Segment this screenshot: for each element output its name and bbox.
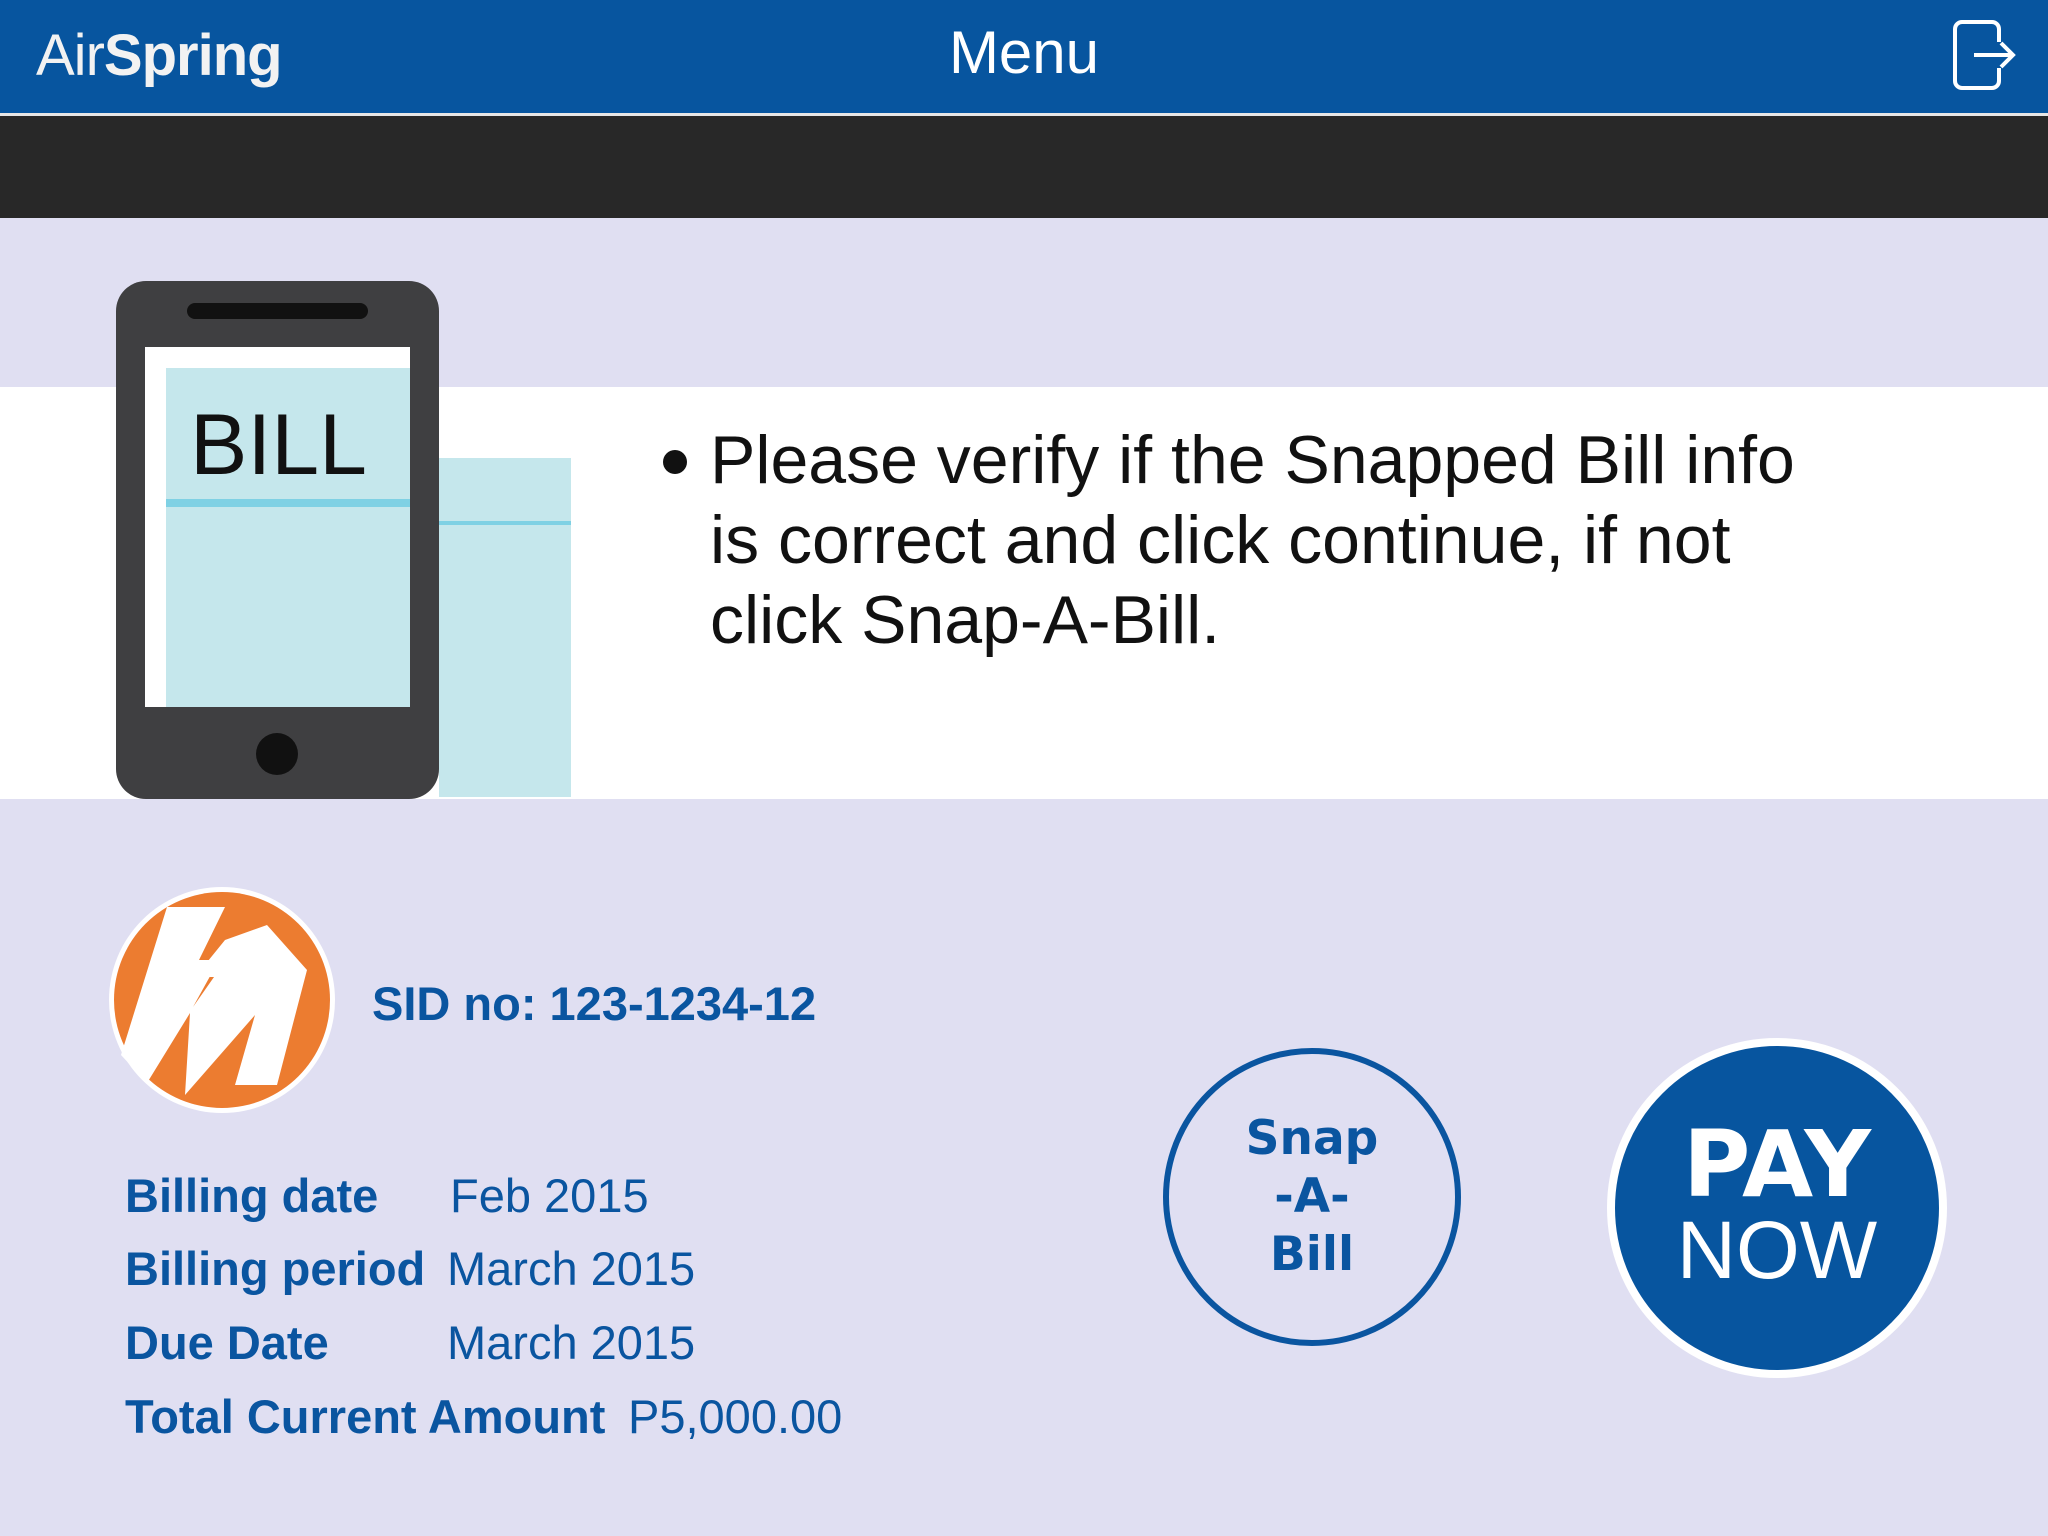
snap-a-bill-button[interactable]: Snap -A- Bill [1163,1048,1461,1346]
instruction: Please verify if the Snapped Bill info i… [663,420,1810,660]
billing-label: Billing period [125,1242,426,1295]
phone-speaker [187,303,368,319]
phone-screen: BILL [145,347,410,707]
bill-line [166,499,410,507]
billing-value: P5,000.00 [628,1390,843,1443]
billing-label: Due Date [125,1316,329,1369]
logout-button[interactable] [1952,18,2016,92]
snap-label: Bill [1269,1227,1355,1282]
phone-screen-bill: BILL [166,368,410,707]
toolbar-strip [0,116,2048,218]
menu-title[interactable]: Menu [0,18,2048,87]
phone-home-button [256,733,298,775]
utility-logo [109,887,335,1113]
billing-label: Billing date [125,1169,379,1222]
logout-icon [1953,20,2016,90]
instruction-text: Please verify if the Snapped Bill info i… [710,422,1795,658]
bill-paper-illustration [439,458,571,797]
bill-paper-line [439,521,571,525]
now-label: NOW [1676,1205,1878,1296]
snap-label: -A- [1274,1169,1350,1224]
billing-value: Feb 2015 [450,1169,649,1222]
billing-value: March 2015 [447,1242,696,1295]
billing-value: March 2015 [447,1316,696,1369]
pay-label: PAY [1683,1111,1871,1218]
bill-label: BILL [190,397,367,493]
app-header: AirSpring Menu [0,0,2048,116]
phone-illustration: BILL [116,281,439,799]
snap-label: Snap [1245,1111,1379,1166]
sid-number: SID no: 123-1234-12 [372,977,817,1030]
pay-now-button[interactable]: PAY NOW [1607,1038,1947,1378]
bullet-icon [663,450,687,474]
billing-label: Total Current Amount [125,1390,606,1443]
